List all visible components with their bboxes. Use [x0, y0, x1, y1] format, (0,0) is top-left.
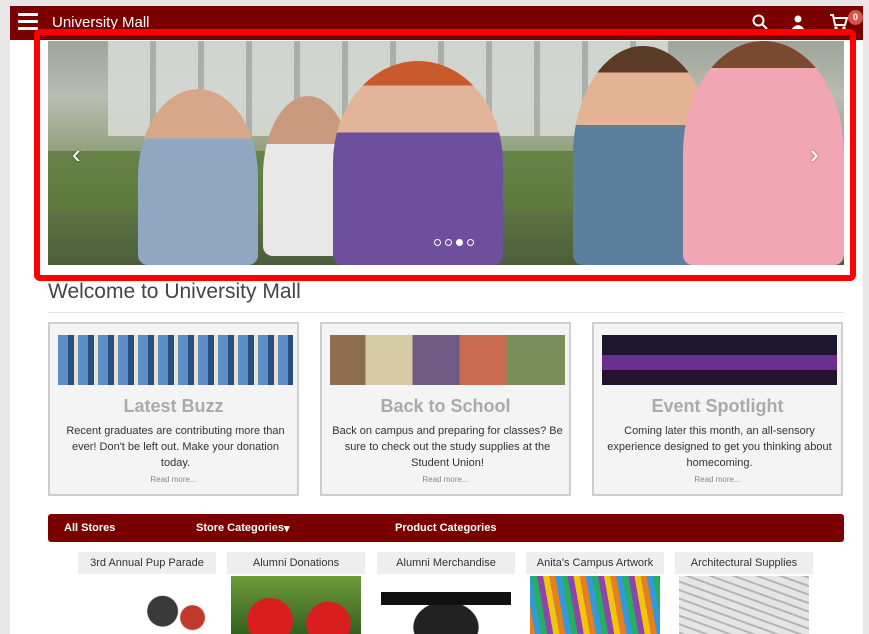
store-image — [679, 576, 809, 634]
nav-store-categories[interactable]: Store Categories — [196, 522, 284, 534]
store-navbar: All Stores Store Categories ▾ Product Ca… — [48, 514, 844, 542]
store-image — [231, 576, 361, 634]
carousel-dot[interactable] — [445, 239, 452, 246]
card-event-spotlight[interactable]: Event Spotlight Coming later this month,… — [592, 322, 843, 496]
hero-carousel[interactable]: ‹ › — [48, 41, 844, 265]
site-title[interactable]: University Mall — [52, 14, 150, 31]
store-tile[interactable]: Alumni Donations — [227, 552, 365, 634]
page-title: Welcome to University Mall — [48, 280, 301, 303]
read-more-link[interactable]: Read more... — [594, 475, 841, 484]
store-name: Alumni Donations — [227, 552, 365, 574]
read-more-link[interactable]: Read more... — [322, 475, 569, 484]
page-frame: University Mall 0 ‹ › Welcome to Univers… — [10, 6, 863, 634]
search-icon[interactable] — [752, 14, 768, 35]
store-name: Architectural Supplies — [675, 552, 813, 574]
divider — [48, 312, 844, 313]
store-name: 3rd Annual Pup Parade — [78, 552, 216, 574]
carousel-dot[interactable] — [467, 239, 474, 246]
card-text: Back on campus and preparing for classes… — [332, 425, 563, 469]
card-title: Latest Buzz — [123, 396, 224, 416]
store-image — [82, 576, 212, 634]
card-text: Coming later this month, an all-sensory … — [607, 425, 832, 469]
card-image — [602, 335, 837, 385]
store-tile[interactable]: Architectural Supplies — [675, 552, 813, 634]
store-image — [381, 576, 511, 634]
store-tile[interactable]: Anita's Campus Artwork — [526, 552, 664, 634]
hero-photo-student — [333, 61, 503, 265]
store-tile[interactable]: 3rd Annual Pup Parade — [78, 552, 216, 634]
card-text: Recent graduates are contributing more t… — [66, 425, 285, 469]
nav-product-categories[interactable]: Product Categories — [395, 522, 496, 534]
top-header: University Mall 0 — [10, 6, 863, 40]
store-tile[interactable]: Alumni Merchandise — [377, 552, 515, 634]
chevron-down-icon[interactable]: ▾ — [284, 522, 290, 535]
carousel-prev-icon[interactable]: ‹ — [72, 139, 81, 170]
store-name: Alumni Merchandise — [377, 552, 515, 574]
carousel-dot-active[interactable] — [456, 239, 463, 246]
card-title: Back to School — [380, 396, 511, 416]
read-more-link[interactable]: Read more... — [50, 475, 297, 484]
nav-all-stores[interactable]: All Stores — [64, 522, 115, 534]
card-title: Event Spotlight — [651, 396, 784, 416]
card-image — [58, 335, 293, 385]
cart-count-badge: 0 — [848, 10, 863, 25]
hero-photo-student — [683, 41, 844, 265]
store-name: Anita's Campus Artwork — [526, 552, 664, 574]
user-icon[interactable] — [790, 14, 806, 35]
carousel-dot[interactable] — [434, 239, 441, 246]
carousel-next-icon[interactable]: › — [810, 139, 819, 170]
cart-icon[interactable] — [830, 14, 849, 35]
hero-photo-student — [138, 89, 258, 265]
store-image — [530, 576, 660, 634]
carousel-indicators — [434, 239, 474, 246]
card-back-to-school[interactable]: Back to School Back on campus and prepar… — [320, 322, 571, 496]
menu-icon[interactable] — [18, 13, 38, 31]
card-latest-buzz[interactable]: Latest Buzz Recent graduates are contrib… — [48, 322, 299, 496]
card-image — [330, 335, 565, 385]
